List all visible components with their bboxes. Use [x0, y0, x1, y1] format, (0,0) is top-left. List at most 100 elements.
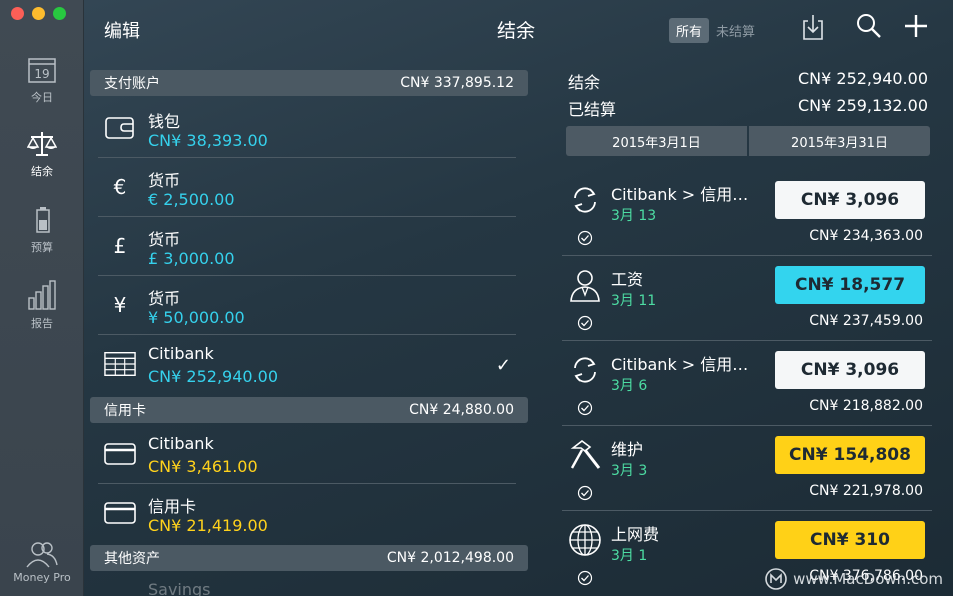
edit-button[interactable]: 编辑	[104, 17, 140, 43]
transaction-amount: CN¥ 3,096	[775, 181, 925, 219]
sidebar-item-label: 今日	[31, 91, 53, 104]
transaction-date: 3月 6	[611, 378, 648, 394]
transaction-date: 3月 3	[611, 463, 648, 479]
page-title: 结余	[497, 20, 536, 42]
selected-checkmark-icon: ✓	[495, 355, 511, 376]
account-name: Citibank	[148, 434, 214, 453]
wallet-icon	[104, 113, 136, 143]
filter-unreconciled-tab[interactable]: 未结算	[709, 18, 762, 43]
section-header-payment-accounts[interactable]: 支付账户 CN¥ 337,895.12	[90, 70, 528, 96]
account-balance: CN¥ 3,461.00	[148, 457, 258, 476]
add-icon[interactable]	[903, 13, 929, 39]
calendar-icon: 19	[28, 58, 56, 83]
section-total: CN¥ 337,895.12	[400, 75, 514, 91]
account-balance: £ 3,000.00	[148, 249, 235, 268]
card-icon	[104, 498, 136, 528]
transfer-icon	[568, 353, 602, 387]
reconciled-check-icon[interactable]	[577, 485, 593, 501]
download-icon[interactable]	[801, 13, 825, 41]
reconciled-summary-row: 已结算 CN¥ 259,132.00	[568, 96, 928, 120]
sidebar-item-reports[interactable]: 报告	[0, 280, 84, 350]
app-name-label: Money Pro	[13, 571, 71, 584]
reconciled-label: 已结算	[568, 100, 617, 119]
start-date-button[interactable]: 2015年3月1日	[566, 126, 747, 156]
running-balance: CN¥ 237,459.00	[809, 313, 923, 329]
toolbar: 编辑 结余 所有 未结算	[84, 0, 953, 58]
transaction-amount: CN¥ 154,808	[775, 436, 925, 474]
transaction-row[interactable]: 工资 3月 11 CN¥ 18,577 CN¥ 237,459.00	[562, 256, 932, 341]
transaction-name: 维护	[611, 440, 644, 459]
window-controls	[11, 7, 66, 20]
reconciled-value: CN¥ 259,132.00	[797, 96, 928, 115]
reconciled-check-icon[interactable]	[577, 315, 593, 331]
section-title: 其他资产	[104, 551, 160, 567]
zoom-window-button[interactable]	[53, 7, 66, 20]
battery-icon	[36, 207, 50, 233]
account-name: Savings	[148, 580, 211, 596]
transaction-date: 3月 11	[611, 293, 657, 309]
person-icon	[568, 268, 602, 302]
account-name: 货币	[148, 289, 181, 308]
running-balance: CN¥ 218,882.00	[809, 398, 923, 414]
account-row-credit-card[interactable]: 信用卡 CN¥ 21,419.00	[98, 484, 516, 543]
main-panel: 编辑 结余 所有 未结算 支付账户 CN¥ 337,895.12 钱包 CN¥ …	[84, 0, 953, 596]
account-row-yen[interactable]: ¥ 货币 ¥ 50,000.00	[98, 276, 516, 335]
account-row-savings[interactable]: Savings	[98, 574, 516, 596]
watermark-logo-icon	[765, 568, 787, 590]
reconciled-check-icon[interactable]	[577, 230, 593, 246]
watermark-text: www.MacDown.com	[793, 570, 943, 588]
sidebar-item-label: 结余	[31, 165, 53, 178]
profile-switcher[interactable]: Money Pro	[0, 540, 84, 584]
reconciled-check-icon[interactable]	[577, 570, 593, 586]
account-row-citibank-card[interactable]: Citibank CN¥ 3,461.00	[98, 425, 516, 484]
transaction-date: 3月 1	[611, 548, 648, 564]
account-row-euro[interactable]: € 货币 € 2,500.00	[98, 158, 516, 217]
filter-all-tab[interactable]: 所有	[669, 18, 710, 43]
transaction-amount: CN¥ 310	[775, 521, 925, 559]
account-row-citibank[interactable]: Citibank CN¥ 252,940.00 ✓	[98, 335, 516, 394]
transaction-amount: CN¥ 3,096	[775, 351, 925, 389]
sidebar-item-label: 报告	[31, 317, 53, 330]
transaction-name: Citibank > 信用…	[611, 355, 749, 374]
minimize-window-button[interactable]	[32, 7, 45, 20]
account-balance: CN¥ 252,940.00	[148, 367, 279, 386]
account-row-wallet[interactable]: 钱包 CN¥ 38,393.00	[98, 99, 516, 158]
section-total: CN¥ 24,880.00	[409, 402, 514, 418]
transaction-name: 上网费	[611, 525, 660, 544]
sidebar-item-label: 预算	[31, 241, 53, 254]
reconciled-check-icon[interactable]	[577, 400, 593, 416]
sidebar-item-today[interactable]: 19 今日	[0, 56, 84, 126]
account-balance: CN¥ 38,393.00	[148, 131, 268, 150]
account-name: 信用卡	[148, 497, 197, 516]
transaction-row[interactable]: 维护 3月 3 CN¥ 154,808 CN¥ 221,978.00	[562, 426, 932, 511]
scales-icon	[27, 132, 57, 156]
account-name: 钱包	[148, 112, 181, 131]
account-row-pound[interactable]: £ 货币 £ 3,000.00	[98, 217, 516, 276]
account-name: Citibank	[148, 344, 214, 363]
sidebar-item-budget[interactable]: 预算	[0, 206, 84, 276]
search-icon[interactable]	[856, 13, 882, 39]
yen-icon: ¥	[113, 293, 127, 317]
bank-icon	[104, 349, 136, 379]
running-balance: CN¥ 221,978.00	[809, 483, 923, 499]
end-date-button[interactable]: 2015年3月31日	[749, 126, 930, 156]
sidebar-item-balance[interactable]: 结余	[0, 130, 84, 200]
section-title: 支付账户	[104, 76, 160, 92]
transaction-row[interactable]: Citibank > 信用… 3月 13 CN¥ 3,096 CN¥ 234,3…	[562, 171, 932, 256]
calendar-day: 19	[34, 67, 49, 81]
section-total: CN¥ 2,012,498.00	[386, 550, 514, 566]
close-window-button[interactable]	[11, 7, 24, 20]
transfer-icon	[568, 183, 602, 217]
account-balance: € 2,500.00	[148, 190, 235, 209]
section-header-other-assets[interactable]: 其他资产 CN¥ 2,012,498.00	[90, 545, 528, 571]
card-icon	[104, 439, 136, 469]
filter-segmented-control: 所有 未结算	[669, 18, 762, 43]
balance-summary-row: 结余 CN¥ 252,940.00	[568, 69, 928, 93]
transaction-row[interactable]: Citibank > 信用… 3月 6 CN¥ 3,096 CN¥ 218,88…	[562, 341, 932, 426]
transaction-date: 3月 13	[611, 208, 657, 224]
watermark: www.MacDown.com	[765, 568, 943, 590]
bar-chart-icon	[28, 280, 56, 310]
sidebar: 19 今日 结余 预算 报告 Money Pro	[0, 0, 84, 596]
section-header-credit-cards[interactable]: 信用卡 CN¥ 24,880.00	[90, 397, 528, 423]
account-name: 货币	[148, 230, 181, 249]
